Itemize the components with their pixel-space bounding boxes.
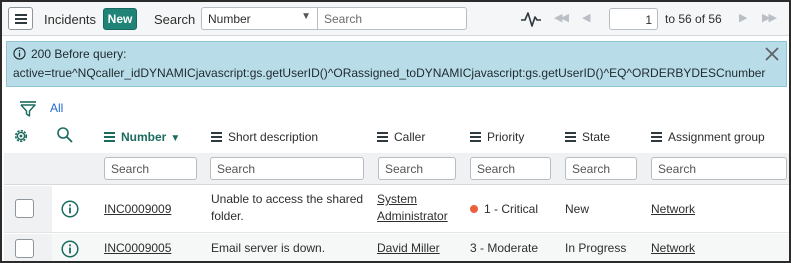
- first-page-icon[interactable]: ◀◀: [554, 11, 569, 27]
- activity-pulse-icon[interactable]: [520, 10, 542, 28]
- prev-page-icon[interactable]: ◀: [582, 11, 591, 27]
- state-cell: New: [565, 202, 590, 216]
- column-header-state[interactable]: State: [565, 130, 610, 144]
- search-field-value: Number: [208, 12, 251, 26]
- list-header-bar: Incidents New Search Number ▼ Search ◀◀ …: [2, 2, 789, 36]
- column-menu-icon[interactable]: [565, 132, 576, 142]
- table-row: INC0009009 Unable to access the shared f…: [4, 186, 789, 233]
- assignment-group-link[interactable]: Network: [651, 201, 695, 218]
- search-field-select[interactable]: Number ▼: [201, 7, 318, 30]
- banner-message: 200 Before query:: [31, 47, 127, 61]
- column-header-caller[interactable]: Caller: [377, 130, 425, 144]
- column-header-short-description[interactable]: Short description: [211, 130, 318, 144]
- list-title: Incidents: [44, 12, 97, 27]
- assignment-group-link[interactable]: Network: [651, 240, 695, 257]
- table-row: INC0009005 Email server is down. David M…: [4, 234, 789, 261]
- state-search-input[interactable]: Search: [565, 157, 637, 180]
- last-page-icon[interactable]: ▶▶: [762, 11, 777, 27]
- caller-search-input[interactable]: Search: [378, 157, 456, 180]
- caller-link[interactable]: System Administrator: [377, 191, 465, 225]
- filter-funnel-icon[interactable]: [19, 100, 37, 118]
- page-range-text: to 56 of 56: [665, 12, 722, 26]
- short-description-cell: Email server is down.: [211, 241, 326, 255]
- column-header-priority[interactable]: Priority: [470, 130, 524, 144]
- short-description-cell: Unable to access the shared folder.: [211, 192, 364, 223]
- new-button[interactable]: New: [103, 8, 137, 30]
- short-description-search-input[interactable]: Search: [210, 157, 364, 180]
- column-header-number[interactable]: Number ▼: [104, 130, 180, 144]
- info-circle-icon[interactable]: [61, 240, 79, 258]
- column-header-assignment-group[interactable]: Assignment group: [651, 130, 765, 144]
- column-menu-icon[interactable]: [377, 132, 388, 142]
- sort-descending-icon: ▼: [170, 133, 181, 144]
- gear-icon[interactable]: [12, 127, 30, 145]
- row-select-cell: [4, 234, 52, 261]
- info-circle-icon[interactable]: [61, 200, 79, 218]
- assignment-group-search-input[interactable]: Search: [651, 157, 787, 180]
- hamburger-icon: [15, 18, 27, 20]
- list-menu-button[interactable]: [8, 7, 33, 30]
- state-cell: In Progress: [565, 241, 627, 255]
- column-menu-icon[interactable]: [104, 132, 115, 142]
- priority-cell: 3 - Moderate: [470, 241, 539, 255]
- search-input[interactable]: Search: [317, 7, 467, 30]
- breadcrumb-all-link[interactable]: All: [50, 101, 63, 115]
- hamburger-icon: [15, 14, 27, 16]
- chevron-down-icon: ▼: [301, 11, 311, 22]
- row-select-cell: [4, 186, 52, 232]
- incident-number-link[interactable]: INC0009005: [104, 240, 171, 257]
- column-menu-icon[interactable]: [651, 132, 662, 142]
- column-menu-icon[interactable]: [470, 132, 481, 142]
- info-circle-icon: [13, 47, 26, 60]
- search-label: Search: [154, 12, 196, 27]
- incident-list-window: Incidents New Search Number ▼ Search ◀◀ …: [0, 0, 791, 263]
- next-page-icon[interactable]: ▶: [739, 11, 748, 27]
- close-icon[interactable]: [764, 46, 780, 62]
- page-number-input[interactable]: 1: [609, 8, 658, 30]
- column-menu-icon[interactable]: [211, 132, 222, 142]
- row-checkbox[interactable]: [15, 239, 34, 258]
- caller-link[interactable]: David Miller: [377, 240, 440, 257]
- incident-number-link[interactable]: INC0009009: [104, 201, 171, 218]
- priority-cell: 1 - Critical: [470, 201, 538, 218]
- banner-query: active=true^NQcaller_idDYNAMICjavascript…: [13, 66, 766, 80]
- search-icon[interactable]: [56, 126, 74, 144]
- priority-search-input[interactable]: Search: [470, 157, 551, 180]
- critical-priority-dot: [470, 205, 478, 213]
- query-info-banner: 200 Before query: active=true^NQcaller_i…: [6, 41, 787, 87]
- number-search-input[interactable]: Search: [104, 157, 197, 180]
- hamburger-icon: [15, 22, 27, 24]
- row-checkbox[interactable]: [15, 199, 34, 218]
